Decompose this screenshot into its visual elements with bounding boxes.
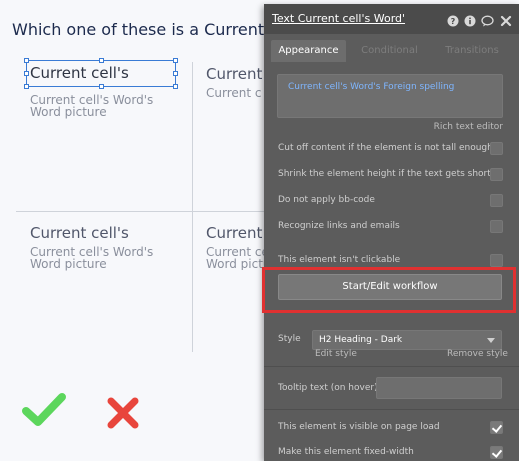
workflow-highlight-box xyxy=(262,267,516,313)
chevron-down-icon xyxy=(487,338,495,343)
tab-appearance[interactable]: Appearance xyxy=(271,40,346,62)
remove-style-link[interactable]: Remove style xyxy=(447,349,508,359)
option-label: Do not apply bb-code xyxy=(278,195,375,205)
info-icon[interactable] xyxy=(464,12,476,27)
resize-handle[interactable] xyxy=(99,84,104,89)
resize-handle[interactable] xyxy=(173,71,178,76)
section-divider xyxy=(264,366,519,367)
panel-title[interactable]: Text Current cell's Word' xyxy=(272,12,405,25)
option-label: Recognize links and emails xyxy=(278,221,400,231)
option-label: This element isn't clickable xyxy=(278,255,401,265)
option-checkbox[interactable] xyxy=(490,421,503,434)
option-label: Shrink the element height if the text ge… xyxy=(278,169,501,179)
edit-style-link[interactable]: Edit style xyxy=(315,349,357,359)
option-label: Make this element fixed-width xyxy=(278,447,414,457)
resize-handle[interactable] xyxy=(24,58,29,63)
tooltip-input[interactable] xyxy=(376,377,502,399)
question-text: Which one of these is a Current Pa xyxy=(12,20,288,39)
option-row[interactable]: This element is visible on page load xyxy=(278,421,504,435)
option-checkbox[interactable] xyxy=(490,142,503,155)
option-checkbox[interactable] xyxy=(490,168,503,181)
tooltip-label: Tooltip text (on hover) xyxy=(278,383,378,393)
close-icon[interactable] xyxy=(500,12,512,27)
option-checkbox[interactable] xyxy=(490,446,503,459)
option-label: This element is visible on page load xyxy=(278,422,440,432)
cell-title: Current cell's xyxy=(30,224,129,242)
svg-text:?: ? xyxy=(451,17,456,26)
section-divider xyxy=(264,409,519,410)
grid-divider-horizontal xyxy=(16,211,276,212)
option-row[interactable]: This element isn't clickable xyxy=(278,254,504,268)
check-icon[interactable] xyxy=(22,392,66,432)
rich-text-editor-link[interactable]: Rich text editor xyxy=(434,122,503,132)
grid-cell[interactable]: Current cell's Word's Word picture xyxy=(30,92,180,118)
resize-handle[interactable] xyxy=(173,58,178,63)
rich-text-value: Current cell's Word's Foreign spelling xyxy=(288,82,455,92)
resize-handle[interactable] xyxy=(173,84,178,89)
option-row[interactable]: Make this element fixed-width xyxy=(278,446,504,460)
resize-handle[interactable] xyxy=(24,84,29,89)
help-icon[interactable]: ? xyxy=(447,12,459,27)
selected-text-element[interactable]: Current cell's xyxy=(24,58,178,89)
cell-subtitle: Current cell's Word's Word picture xyxy=(30,245,154,271)
option-checkbox[interactable] xyxy=(490,194,503,207)
option-row[interactable]: Shrink the element height if the text ge… xyxy=(278,168,504,182)
option-label: Cut off content if the element is not ta… xyxy=(278,143,493,153)
cell-subtitle: Current cell's Word's Word picture xyxy=(206,245,264,270)
resize-handle[interactable] xyxy=(24,71,29,76)
panel-header: Text Current cell's Word' ? xyxy=(264,4,519,34)
cross-icon[interactable] xyxy=(106,396,140,434)
tab-conditional[interactable]: Conditional xyxy=(352,40,427,62)
grid-cell[interactable]: Current Current cell's xyxy=(206,65,266,99)
grid-cell[interactable]: Current cell's Current cell's Word's Wor… xyxy=(30,224,180,270)
option-checkbox[interactable] xyxy=(490,220,503,233)
cell-title: Current cell's xyxy=(30,64,129,82)
style-select[interactable]: H2 Heading - Dark xyxy=(312,330,502,350)
property-editor-panel: Text Current cell's Word' ? Appearance C… xyxy=(264,4,519,461)
comment-icon[interactable] xyxy=(481,12,494,27)
panel-tabs: Appearance Conditional Transitions xyxy=(264,34,519,62)
style-label: Style xyxy=(278,334,301,344)
rich-text-field[interactable]: Current cell's Word's Foreign spelling xyxy=(277,74,503,118)
option-checkbox[interactable] xyxy=(490,254,503,267)
cell-subtitle: Current cell's Word's Word picture xyxy=(30,93,154,119)
style-value: H2 Heading - Dark xyxy=(319,335,403,345)
option-row[interactable]: Cut off content if the element is not ta… xyxy=(278,142,504,156)
cell-title: Current xyxy=(206,224,263,242)
option-row[interactable]: Do not apply bb-code xyxy=(278,194,504,208)
cell-title: Current xyxy=(206,65,263,83)
grid-divider-vertical xyxy=(192,62,193,352)
option-row[interactable]: Recognize links and emails xyxy=(278,220,504,234)
cell-subtitle: Current cell's xyxy=(206,87,262,99)
grid-cell[interactable]: Current Current cell's Word's Word pictu… xyxy=(206,224,264,270)
tab-transitions[interactable]: Transitions xyxy=(432,40,512,62)
resize-handle[interactable] xyxy=(99,58,104,63)
